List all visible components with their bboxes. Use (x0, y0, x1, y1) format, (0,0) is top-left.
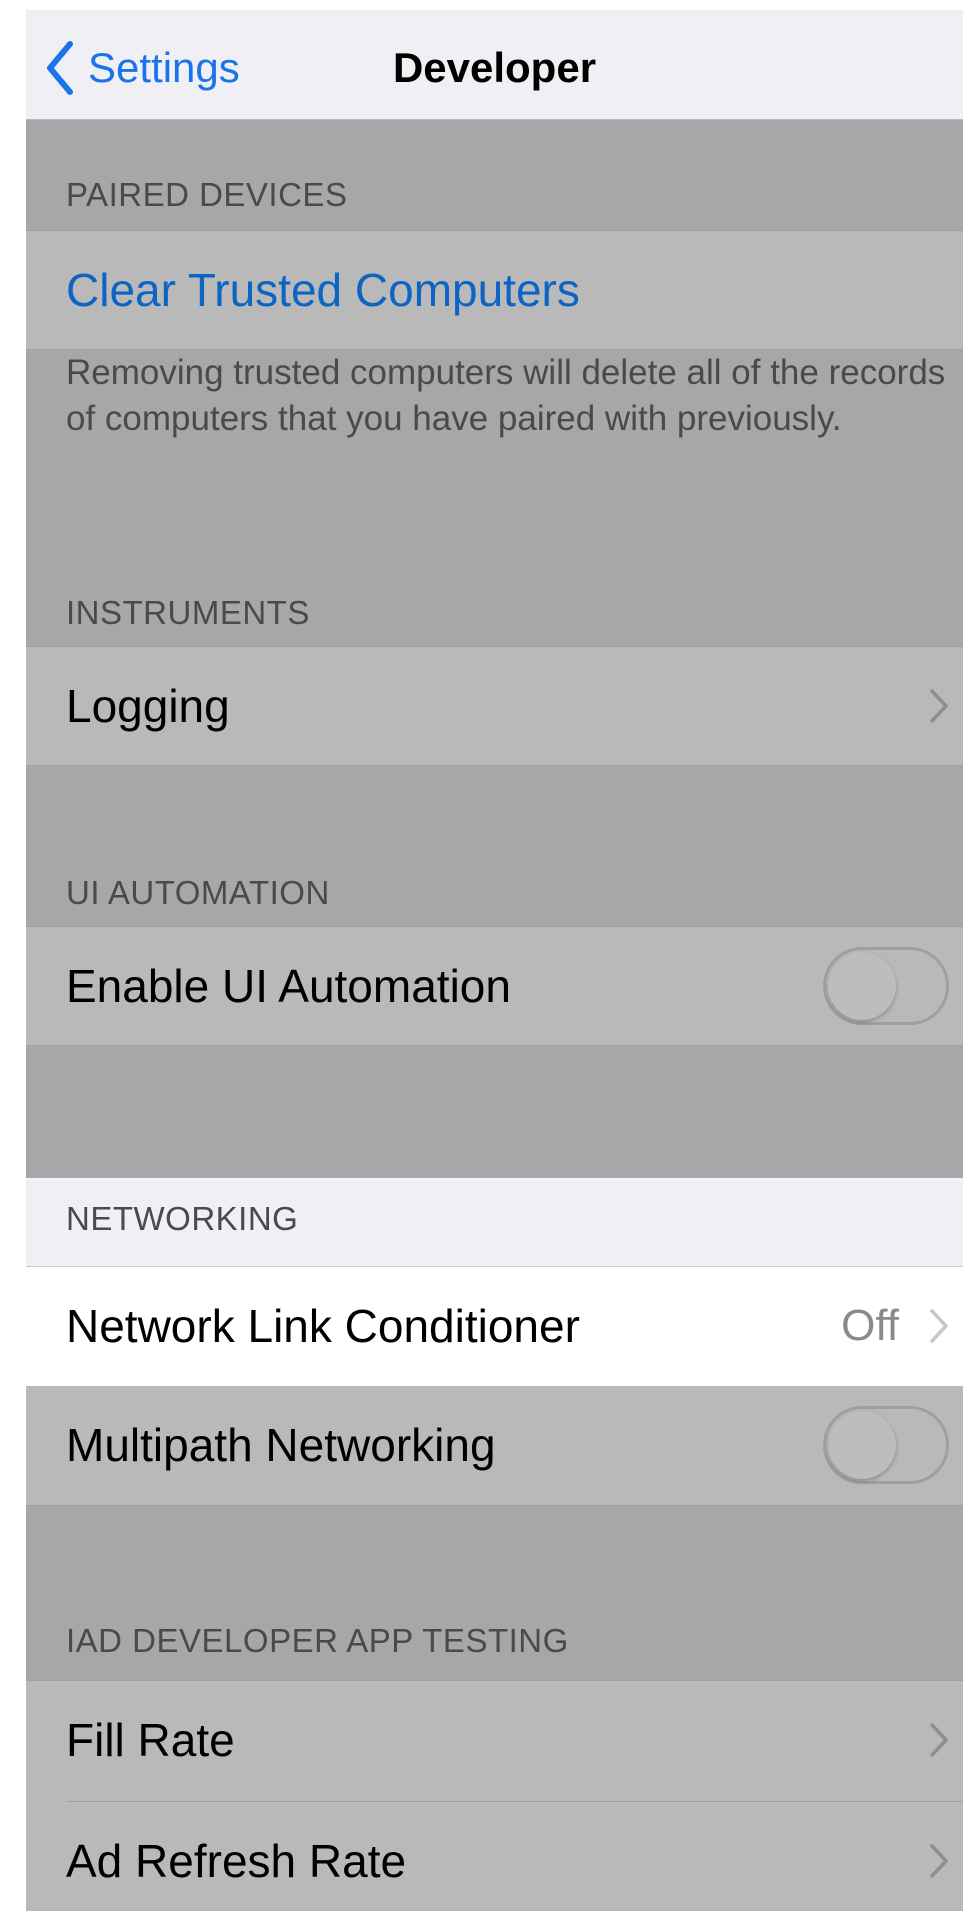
enable-ui-automation-label: Enable UI Automation (66, 960, 511, 1012)
section-header-ui-automation: UI AUTOMATION (66, 874, 330, 911)
multipath-networking-label: Multipath Networking (66, 1419, 496, 1471)
navigation-bar: Settings Developer (26, 10, 963, 120)
multipath-networking-cell: Multipath Networking (26, 1386, 963, 1506)
ad-refresh-rate-cell[interactable]: Ad Refresh Rate (26, 1802, 963, 1911)
clear-trusted-computers-cell[interactable]: Clear Trusted Computers (26, 230, 963, 350)
ad-refresh-rate-label: Ad Refresh Rate (66, 1835, 407, 1887)
chevron-right-icon (930, 689, 948, 723)
logging-label: Logging (66, 680, 230, 732)
clear-trusted-computers-label: Clear Trusted Computers (66, 264, 580, 316)
section-header-paired-devices: PAIRED DEVICES (66, 176, 348, 213)
chevron-right-icon (930, 1723, 948, 1757)
toggle-knob (828, 952, 896, 1020)
toggle-knob (828, 1411, 896, 1479)
fill-rate-cell[interactable]: Fill Rate (26, 1681, 963, 1801)
iad-group: Fill Rate Ad Refresh Rate (26, 1680, 963, 1911)
network-link-conditioner-value: Off (841, 1301, 899, 1350)
section-footer-paired-devices: Removing trusted computers will delete a… (66, 353, 946, 438)
multipath-networking-toggle[interactable] (823, 1406, 949, 1484)
fill-rate-label: Fill Rate (66, 1714, 235, 1766)
network-link-conditioner-label: Network Link Conditioner (66, 1300, 580, 1352)
enable-ui-automation-toggle[interactable] (823, 947, 949, 1025)
section-header-iad: IAD DEVELOPER APP TESTING (66, 1622, 569, 1659)
section-header-instruments: INSTRUMENTS (66, 594, 310, 631)
chevron-right-icon (930, 1844, 948, 1878)
section-header-networking: NETWORKING (66, 1200, 299, 1237)
chevron-right-icon (930, 1309, 948, 1343)
page-title: Developer (392, 44, 597, 91)
enable-ui-automation-cell: Enable UI Automation (26, 926, 963, 1046)
logging-cell[interactable]: Logging (26, 646, 963, 766)
network-link-conditioner-cell[interactable]: Network Link Conditioner Off (26, 1266, 963, 1386)
settings-screen: Settings Developer PAIRED DEVICES Clear … (26, 10, 963, 1911)
